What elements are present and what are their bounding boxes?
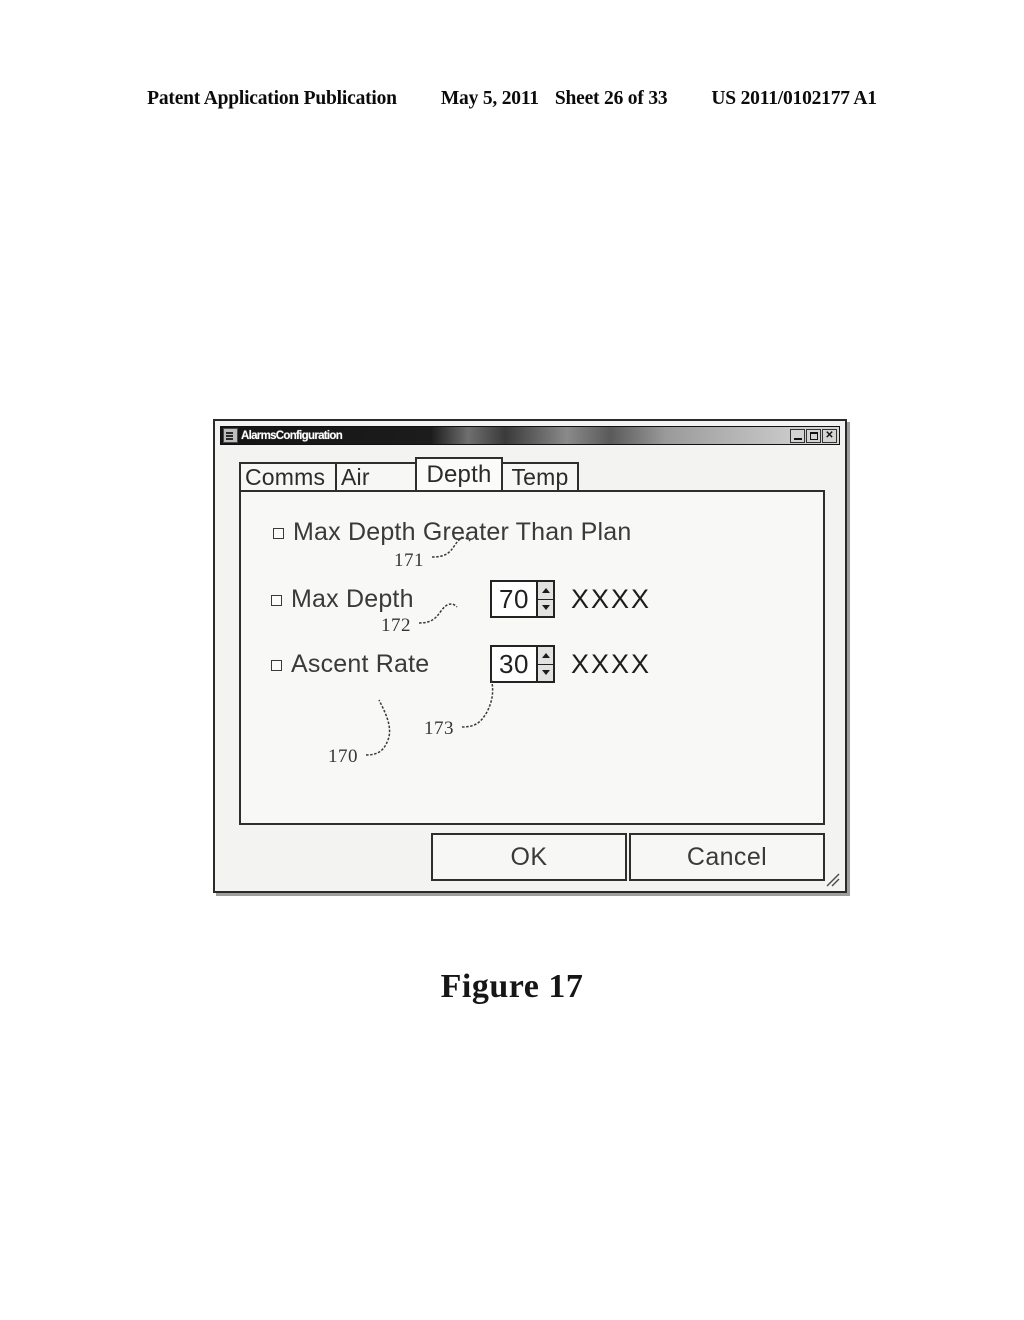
publication-label: Patent Application Publication [147, 88, 397, 109]
minimize-button[interactable] [790, 428, 805, 443]
option-row-max-depth-greater-than-plan: Max Depth Greater Than Plan [273, 518, 631, 547]
figure-caption: Figure 17 [440, 968, 584, 1005]
tab-depth[interactable]: Depth [415, 457, 503, 490]
tab-comms-label: Comms [245, 463, 326, 490]
sheet-number: Sheet 26 of 33 [554, 88, 668, 109]
maximize-button[interactable] [806, 428, 821, 443]
tab-temp-label: Temp [511, 463, 569, 490]
max-depth-spinner-up-icon[interactable] [538, 582, 553, 600]
tab-air-label: Air [341, 463, 370, 490]
ok-button-label: OK [510, 842, 548, 871]
tab-air[interactable]: Air [335, 462, 417, 490]
option-row-max-depth: Max Depth 70 XXXX [271, 580, 651, 618]
ascent-rate-value[interactable]: 30 [492, 647, 536, 681]
max-depth-label: Max Depth [291, 584, 414, 613]
ok-button[interactable]: OK [431, 833, 627, 881]
max-depth-spinner[interactable]: 70 [490, 580, 555, 618]
dialog-title-bar[interactable]: AlarmsConfiguration ✕ [220, 426, 840, 445]
ascent-rate-unit-label: XXXX [571, 648, 652, 679]
option-row-ascent-rate: Ascent Rate 30 XXXX [271, 645, 651, 683]
max-depth-greater-than-plan-label: Max Depth Greater Than Plan [293, 518, 632, 546]
ascent-rate-spinner-down-icon[interactable] [538, 665, 553, 682]
ascent-rate-spinner-arrows [536, 647, 553, 681]
tab-comms[interactable]: Comms [239, 462, 337, 490]
ascent-rate-spinner-up-icon[interactable] [538, 647, 553, 665]
max-depth-spinner-arrows [536, 582, 553, 616]
window-controls: ✕ [790, 428, 837, 443]
resize-grip-icon[interactable] [823, 872, 841, 888]
max-depth-checkbox[interactable] [271, 594, 282, 606]
tab-depth-label: Depth [426, 460, 492, 488]
max-depth-greater-than-plan-checkbox[interactable] [273, 528, 284, 539]
dialog-title: AlarmsConfiguration [241, 429, 343, 442]
alarms-configuration-dialog: AlarmsConfiguration ✕ Comms Air Depth Te… [213, 419, 847, 893]
max-depth-value[interactable]: 70 [492, 582, 536, 616]
cancel-button-label: Cancel [686, 842, 768, 871]
tab-temp[interactable]: Temp [501, 462, 579, 490]
max-depth-spinner-down-icon[interactable] [538, 600, 553, 617]
cancel-button[interactable]: Cancel [629, 833, 825, 881]
ascent-rate-checkbox[interactable] [271, 659, 282, 671]
patent-page-header: Patent Application Publication May 5, 20… [0, 88, 1024, 110]
close-button[interactable]: ✕ [822, 428, 837, 443]
system-menu-icon[interactable] [223, 428, 238, 443]
publication-date: May 5, 2011 [440, 88, 539, 109]
max-depth-unit-label: XXXX [571, 583, 652, 614]
tab-strip: Comms Air Depth Temp [239, 457, 579, 490]
depth-tab-panel: Max Depth Greater Than Plan Max Depth 70… [239, 490, 825, 825]
dialog-button-row: OK Cancel [431, 833, 825, 881]
ascent-rate-label: Ascent Rate [291, 649, 430, 678]
ascent-rate-spinner[interactable]: 30 [490, 645, 555, 683]
patent-number: US 2011/0102177 A1 [711, 88, 877, 109]
